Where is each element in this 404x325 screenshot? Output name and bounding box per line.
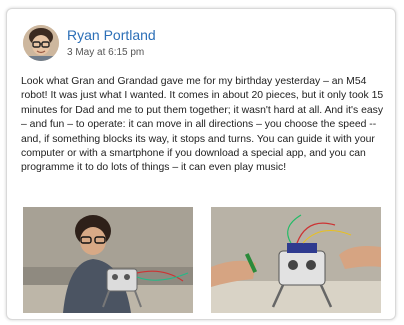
post-text: Look what Gran and Grandad gave me for m… [21, 76, 384, 174]
post-timestamp[interactable]: 3 May at 6:15 pm [67, 47, 144, 58]
photo-image [211, 207, 381, 313]
avatar[interactable] [23, 25, 59, 61]
post-photo-boy-with-robot[interactable] [23, 207, 193, 313]
post-header: Ryan Portland 3 May at 6:15 pm [23, 25, 383, 65]
post-photo-robot-closeup[interactable] [211, 207, 381, 313]
photo-image [23, 207, 193, 313]
post-card: Ryan Portland 3 May at 6:15 pm Look what… [6, 8, 396, 320]
avatar-image [23, 25, 59, 61]
author-name[interactable]: Ryan Portland [67, 27, 156, 43]
